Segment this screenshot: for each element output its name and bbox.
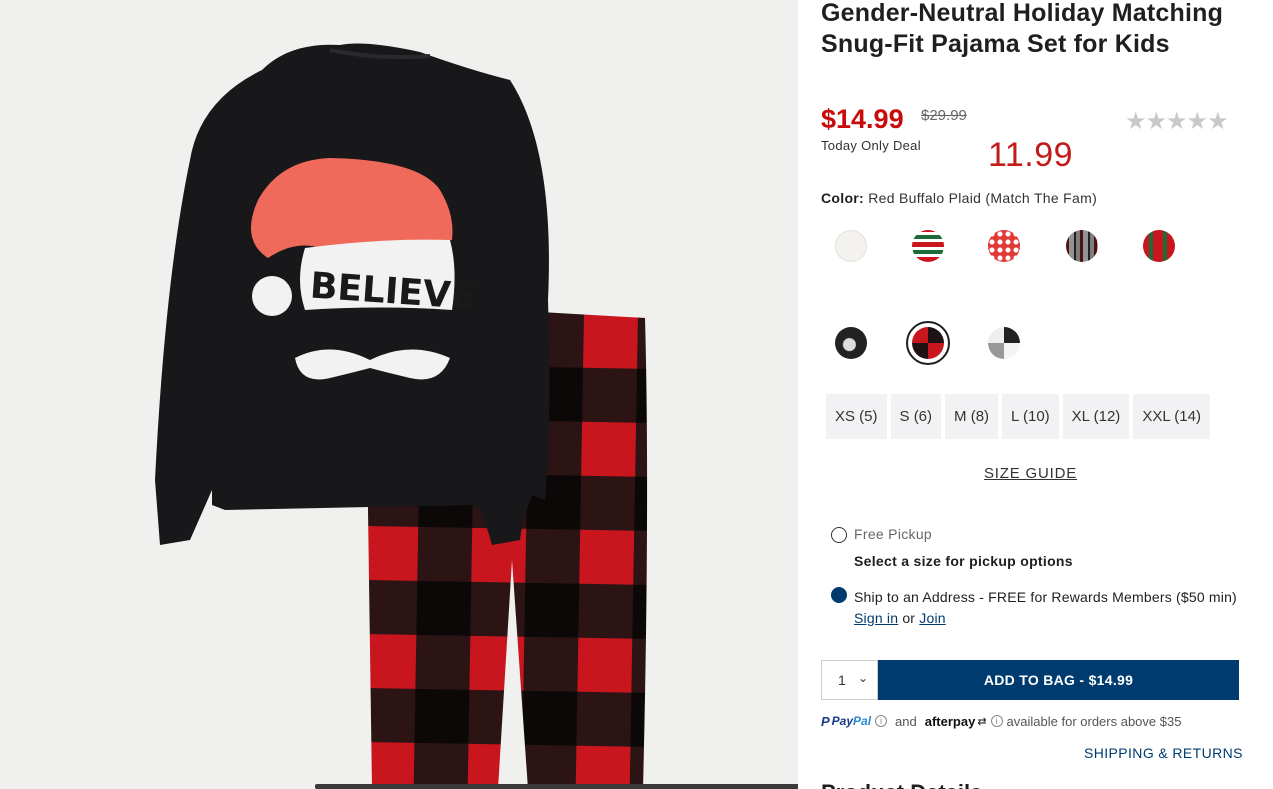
product-details-heading: Product Details xyxy=(821,780,982,789)
size-guide-link[interactable]: SIZE GUIDE xyxy=(984,465,1077,482)
paypal-icon: P xyxy=(821,713,830,729)
size-xxl[interactable]: XXL (14) xyxy=(1133,394,1210,439)
size-s[interactable]: S (6) xyxy=(890,394,942,439)
size-m[interactable]: M (8) xyxy=(945,394,999,439)
or-text: or xyxy=(902,609,916,626)
handwritten-price-note: 11.99 xyxy=(988,136,1074,174)
ship-to-address-label: Ship to an Address - FREE for Rewards Me… xyxy=(854,587,1244,628)
afterpay-logo[interactable]: afterpay xyxy=(925,714,976,729)
product-details-panel: Gender-Neutral Holiday Matching Snug-Fit… xyxy=(798,0,1273,789)
paypal-info-icon[interactable]: i xyxy=(875,715,888,727)
size-xl[interactable]: XL (12) xyxy=(1062,394,1130,439)
add-to-bag-button[interactable]: ADD TO BAG - $14.99 xyxy=(878,660,1239,700)
color-swatch-black-print[interactable] xyxy=(835,327,867,359)
color-label-row: Color: Red Buffalo Plaid (Match The Fam) xyxy=(821,190,1097,206)
color-swatch-red-buffalo-plaid[interactable] xyxy=(912,327,944,359)
color-value: Red Buffalo Plaid (Match The Fam) xyxy=(868,190,1098,206)
chevron-down-icon: ⌄ xyxy=(857,671,868,685)
join-link[interactable]: Join xyxy=(919,610,945,626)
ship-to-address-radio[interactable] xyxy=(831,587,847,603)
product-image: BELIEVE xyxy=(155,43,648,789)
color-swatch-stripe[interactable] xyxy=(912,230,944,262)
paypal-logo[interactable]: P Pay Pal xyxy=(821,714,871,729)
size-selector: XS (5) S (6) M (8) L (10) XL (12) XXL (1… xyxy=(826,394,1210,439)
color-swatch-gray-buffalo-check[interactable] xyxy=(988,327,1020,359)
rating-stars[interactable]: ★★★★★ xyxy=(1125,107,1229,136)
color-swatch-fairisle[interactable] xyxy=(988,230,1020,262)
paypal-word-a: Pay xyxy=(831,714,854,728)
product-title: Gender-Neutral Holiday Matching Snug-Fit… xyxy=(821,0,1224,58)
color-swatch-tartan[interactable] xyxy=(1143,230,1175,262)
free-pickup-label: Free Pickup xyxy=(854,526,932,542)
image-scrollbar[interactable] xyxy=(315,784,798,789)
size-l[interactable]: L (10) xyxy=(1002,394,1059,439)
shipping-returns-link[interactable]: SHIPPING & RETURNS xyxy=(1084,745,1243,761)
pickup-note: Select a size for pickup options xyxy=(854,553,1073,569)
available-text: available for orders above $35 xyxy=(1006,713,1182,729)
payment-options-row: P Pay Pal i and afterpay ⇄ i available fo… xyxy=(821,711,1181,731)
color-swatch-gray-plaid[interactable] xyxy=(1066,230,1098,262)
sale-price: $14.99 xyxy=(821,104,904,134)
afterpay-info-icon[interactable]: i xyxy=(990,715,1003,727)
quantity-value: 1 xyxy=(838,672,846,688)
original-price: $29.99 xyxy=(921,107,967,124)
and-text: and xyxy=(895,713,917,729)
paypal-word-b: Pal xyxy=(853,714,872,728)
ship-text: Ship to an Address - FREE for Rewards Me… xyxy=(854,589,1237,605)
quantity-select[interactable]: 1 ⌄ xyxy=(821,660,878,700)
size-xs[interactable]: XS (5) xyxy=(826,394,887,439)
deal-label: Today Only Deal xyxy=(821,138,921,153)
afterpay-arrow-icon: ⇄ xyxy=(977,715,987,728)
free-pickup-radio[interactable] xyxy=(831,527,847,543)
color-label: Color: xyxy=(821,190,865,206)
product-image-panel[interactable]: BELIEVE xyxy=(0,0,798,789)
color-swatch-cream[interactable] xyxy=(835,230,867,262)
sign-in-link[interactable]: Sign in xyxy=(854,610,898,626)
